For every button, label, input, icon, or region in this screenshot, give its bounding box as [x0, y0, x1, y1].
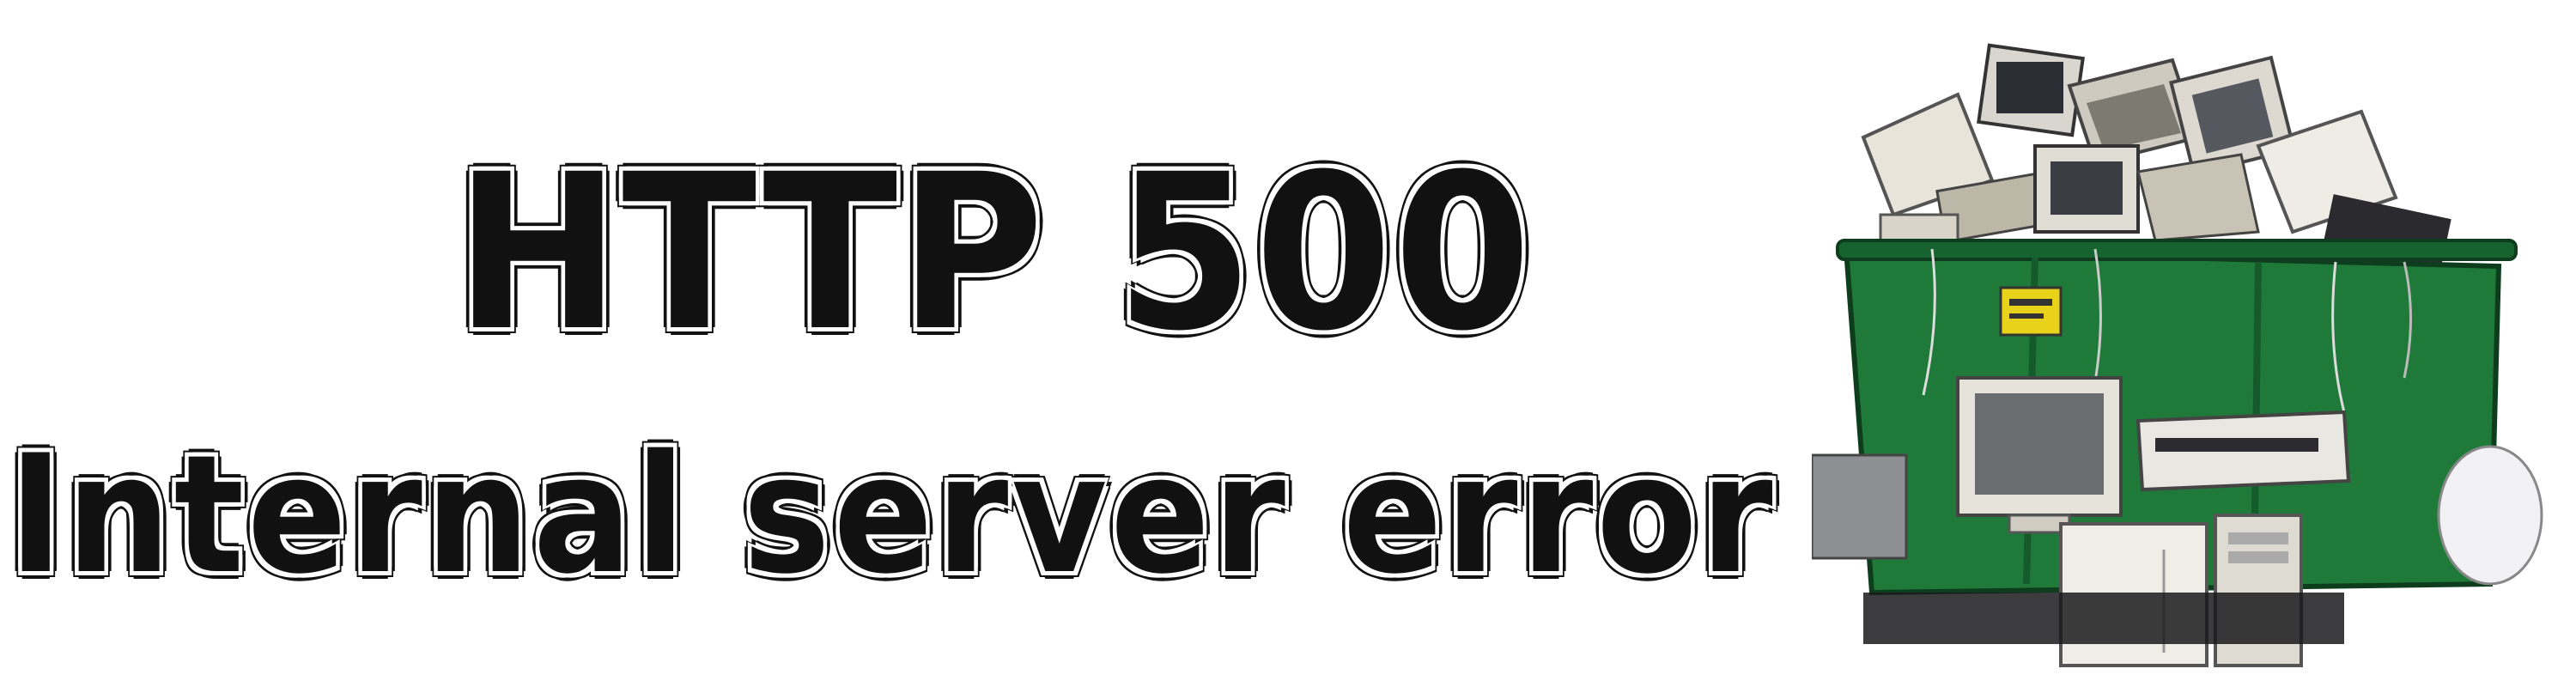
- error-message-heading: Internal server error: [9, 420, 1777, 610]
- error-page: HTTP 500 Internal server error: [0, 0, 2576, 687]
- dumpster-computers-illustration: [1812, 43, 2543, 667]
- error-code-heading: HTTP 500: [455, 128, 1534, 378]
- computer-pile: [1861, 43, 2451, 270]
